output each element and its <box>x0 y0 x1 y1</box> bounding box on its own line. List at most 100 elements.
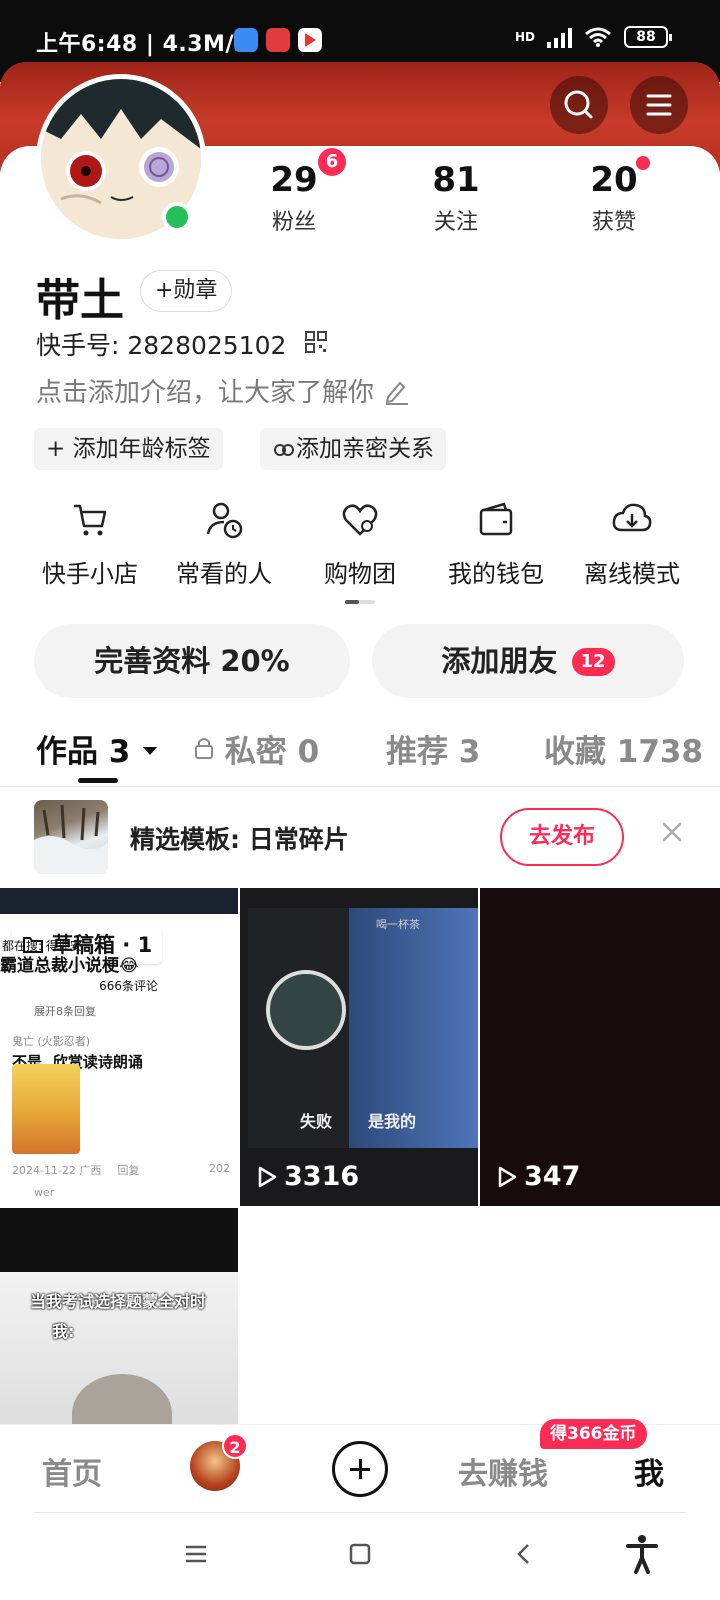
comment-search-line: 都在搜: 得押安 <box>2 939 82 953</box>
search-button[interactable] <box>550 76 608 134</box>
cloud-download-icon <box>612 503 652 532</box>
play-count: 347 <box>496 1161 580 1192</box>
wallet-icon <box>479 502 513 536</box>
menu-icon <box>646 94 672 116</box>
video2-lyric1: 失败 <box>300 1112 333 1131</box>
status-indicators: HD 88 <box>514 26 672 48</box>
quick-wallet[interactable]: 我的钱包 <box>424 500 568 589</box>
hd-label: HD <box>514 30 535 44</box>
video-tile[interactable]: 喝一杯茶 失败 是我的 3316 <box>240 888 478 1206</box>
stat-likes[interactable]: 20 获赞 <box>554 160 674 236</box>
accessibility-icon[interactable] <box>624 1534 660 1574</box>
naruto-sticker <box>12 1064 80 1154</box>
draft-video-tile[interactable]: 草稿箱 · 1 都在搜: 得押安 霸道总裁小说梗😂 666条评论 展开8条回复 … <box>0 888 238 1206</box>
add-relationship-label: 添加亲密关系 <box>296 436 434 462</box>
online-status-dot <box>162 202 192 232</box>
tab-private[interactable]: 私密 0 <box>194 726 319 771</box>
bottom-navigation: 首页 2 去赚钱 得366金币 我 <box>0 1419 720 1512</box>
comment-likes: 202 <box>209 1162 230 1175</box>
status-time: 上午6:48 | 4.3M/s <box>36 32 248 57</box>
qr-code-icon[interactable] <box>304 330 328 354</box>
quick-offline-mode[interactable]: 离线模式 <box>560 500 704 589</box>
video-tile[interactable]: 347 <box>480 888 720 1206</box>
medal-button[interactable]: +勋章 <box>140 270 233 312</box>
heart-group-icon <box>342 504 378 536</box>
recent-apps-icon[interactable] <box>184 1542 208 1566</box>
quick-shopping-group[interactable]: 购物团 <box>288 500 432 589</box>
menu-button[interactable] <box>630 76 688 134</box>
profile-name: 带土 <box>36 275 124 326</box>
battery-indicator: 88 <box>624 26 672 48</box>
tab-private-label: 私密 0 <box>224 734 320 770</box>
play-icon <box>498 1166 517 1187</box>
search-icon <box>564 90 593 119</box>
play-count-value: 347 <box>524 1161 581 1192</box>
active-tab-indicator <box>78 778 118 783</box>
snow-scene-image <box>34 804 108 874</box>
tab-works-label: 作品 3 <box>36 734 131 770</box>
expand-replies: 展开8条回复 <box>34 1005 96 1018</box>
tab-divider <box>0 786 720 787</box>
kuaishou-id[interactable]: 快手号: 2828025102 <box>36 326 286 362</box>
comment-meta: 2024-11-22 广西 回复 202 <box>12 1162 230 1178</box>
add-friends-label: 添加朋友 <box>441 644 558 678</box>
lock-icon <box>195 738 213 759</box>
play-count: 3316 <box>256 1161 359 1192</box>
followers-label: 粉丝 <box>271 210 316 235</box>
close-icon[interactable] <box>660 820 684 844</box>
quick-shop-label: 快手小店 <box>42 560 138 588</box>
coin-badge: 得366金币 <box>540 1419 647 1449</box>
comment-preview: 都在搜: 得押安 霸道总裁小说梗😂 666条评论 展开8条回复 鬼亡 (火影忍者… <box>0 936 238 1072</box>
followers-badge: 6 <box>318 148 346 176</box>
quick-group-label: 购物团 <box>324 560 396 588</box>
video-tile[interactable]: 当我考试选择题蒙全对时 我: <box>0 1208 238 1438</box>
likes-count: 20 <box>590 160 638 200</box>
meme-text-line1: 当我考试选择题蒙全对时 <box>30 1292 207 1311</box>
nav-earn[interactable]: 去赚钱 <box>458 1449 548 1493</box>
tab-recommended[interactable]: 推荐 3 <box>386 726 480 771</box>
video2-caption: 喝一杯茶 <box>376 918 420 931</box>
add-age-tag-button[interactable]: + 添加年龄标签 <box>34 428 223 470</box>
play-icon <box>258 1166 277 1187</box>
quick-shop[interactable]: 快手小店 <box>18 500 162 589</box>
page-indicator <box>345 600 375 604</box>
video2-lyric2: 是我的 <box>368 1112 417 1131</box>
edit-icon <box>386 381 409 405</box>
app-notification-icon <box>266 28 290 52</box>
stat-following[interactable]: 81 关注 <box>396 160 516 236</box>
complete-profile-button[interactable]: 完善资料 20% <box>34 624 350 698</box>
comment-count-line: 666条评论 <box>99 979 158 993</box>
video-disc <box>266 970 346 1050</box>
add-relationship-button[interactable]: 添加亲密关系 <box>260 428 446 470</box>
play-count-value: 3316 <box>284 1161 360 1192</box>
cart-icon <box>74 504 107 536</box>
tab-works[interactable]: 作品 3 <box>36 726 159 771</box>
quick-wallet-label: 我的钱包 <box>448 560 544 588</box>
nav-me[interactable]: 我 <box>634 1449 664 1493</box>
home-icon[interactable] <box>348 1542 372 1566</box>
comment-user: 鬼亡 (火影忍者) <box>12 1035 91 1048</box>
nav-following-avatar[interactable]: 2 <box>190 1433 248 1491</box>
nav-divider <box>34 1512 686 1513</box>
intro-text[interactable]: 点击添加介绍，让大家了解你 <box>36 372 410 409</box>
comment-reply: 回复 <box>117 1164 140 1177</box>
back-icon[interactable] <box>512 1542 536 1566</box>
following-label: 关注 <box>433 210 478 235</box>
comment-title-line: 霸道总裁小说梗😂 <box>0 956 139 976</box>
likes-dot <box>636 156 650 170</box>
meme-text-line2: 我: <box>52 1322 75 1341</box>
nav-home[interactable]: 首页 <box>42 1449 102 1493</box>
template-title: 精选模板: 日常碎片 <box>130 825 349 854</box>
template-thumbnail[interactable] <box>34 800 108 874</box>
link-icon <box>274 444 294 456</box>
create-button[interactable] <box>332 1441 388 1497</box>
quick-frequent-label: 常看的人 <box>176 560 272 588</box>
tab-favorites[interactable]: 收藏 1738 <box>544 726 703 771</box>
chevron-down-icon <box>143 747 158 755</box>
likes-label: 获赞 <box>591 210 636 235</box>
quick-frequent-people[interactable]: 常看的人 <box>152 500 296 589</box>
publish-button[interactable]: 去发布 <box>500 808 624 866</box>
app-notification-icon <box>234 28 258 52</box>
add-friends-button[interactable]: 添加朋友 12 <box>372 624 684 698</box>
add-friends-badge: 12 <box>571 648 615 676</box>
